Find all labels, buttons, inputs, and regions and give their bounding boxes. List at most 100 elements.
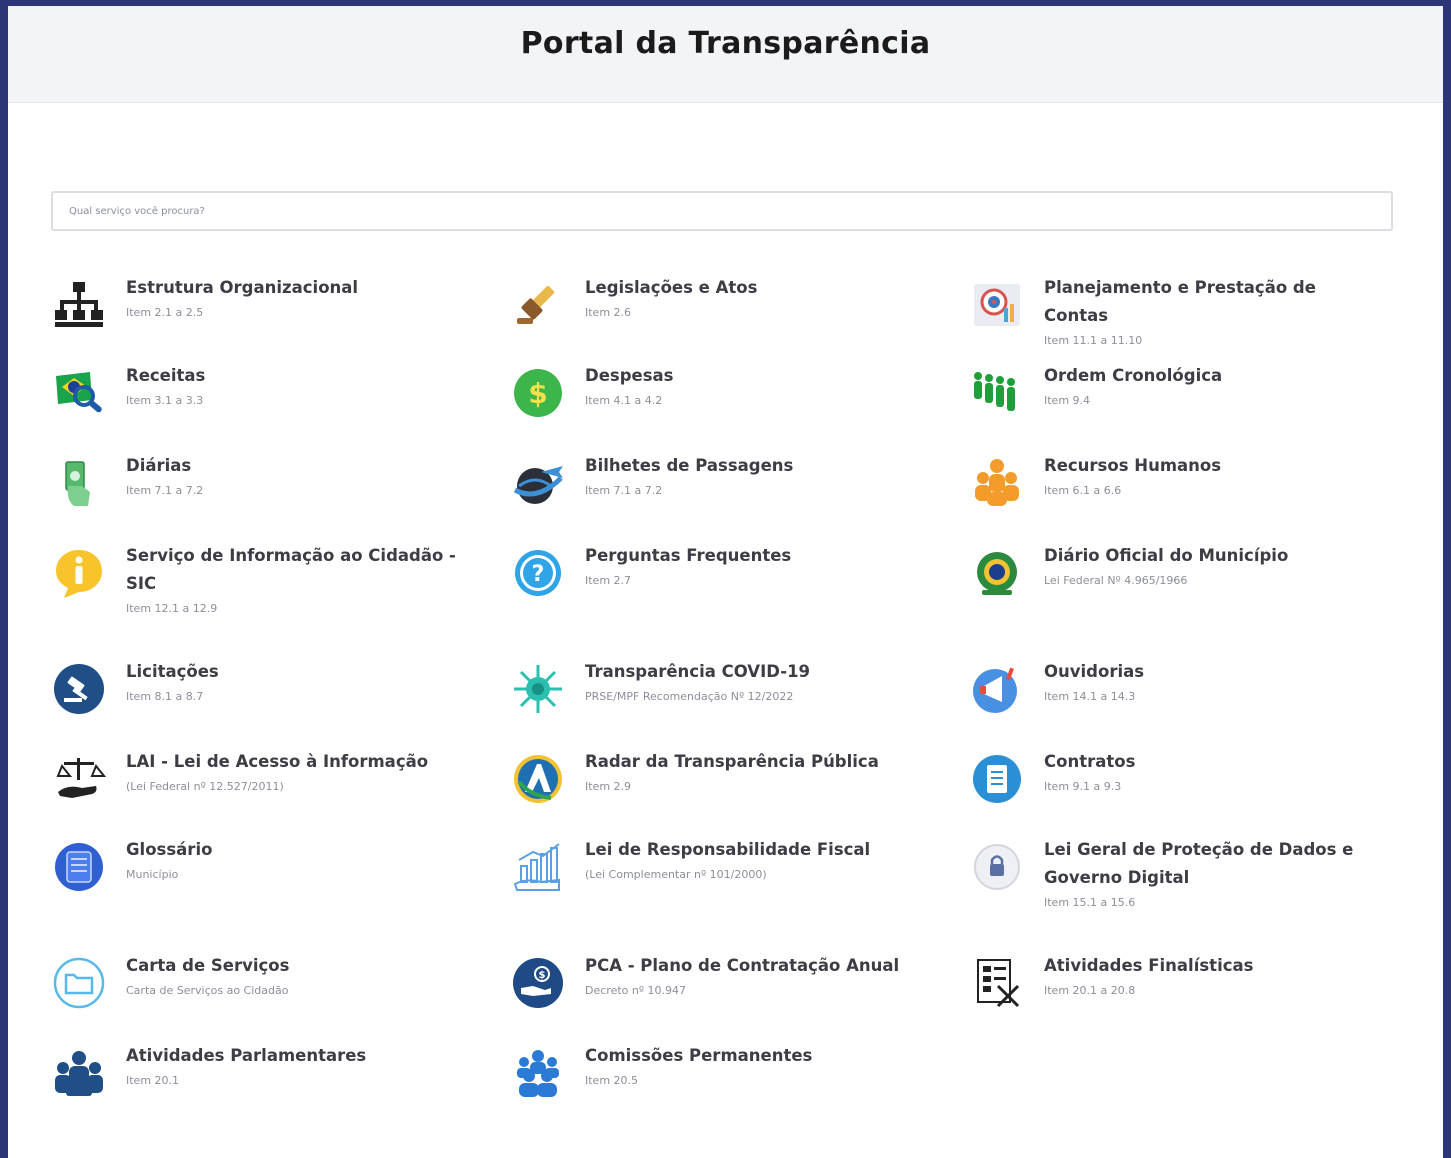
- service-item-16[interactable]: LAI - Lei de Acesso à Informação (Lei Fed…: [52, 752, 456, 806]
- service-item-title[interactable]: Lei de Responsabilidade Fiscal: [585, 836, 915, 864]
- service-item-title[interactable]: Radar da Transparência Pública: [585, 748, 915, 776]
- info-bubble-icon: [52, 546, 106, 600]
- chart-hand-icon: [511, 840, 565, 894]
- service-item-subtitle: Item 9.4: [1044, 394, 1091, 407]
- service-item-17[interactable]: Radar da Transparência Pública Item 2.9: [511, 752, 915, 806]
- service-item-13[interactable]: Licitações Item 8.1 a 8.7: [52, 662, 456, 716]
- svg-text:$: $: [528, 377, 547, 410]
- service-item-title[interactable]: Serviço de Informação ao Cidadão - SIC: [126, 542, 456, 598]
- service-item-4[interactable]: Receitas Item 3.1 a 3.3: [52, 366, 456, 420]
- service-item-title[interactable]: Atividades Parlamentares: [126, 1042, 456, 1070]
- service-item-text: Planejamento e Prestação de Contas Item 1…: [1044, 278, 1374, 349]
- service-item-title[interactable]: Despesas: [585, 362, 915, 390]
- service-item-subtitle: Carta de Serviços ao Cidadão: [126, 984, 289, 997]
- service-item-title[interactable]: PCA - Plano de Contratação Anual: [585, 952, 915, 980]
- page-title: Portal da Transparência: [520, 25, 931, 61]
- service-item-title[interactable]: LAI - Lei de Acesso à Informação: [126, 748, 456, 776]
- search-input[interactable]: [51, 191, 1393, 231]
- gavel-icon: [511, 278, 565, 332]
- service-item-18[interactable]: Contratos Item 9.1 a 9.3: [970, 752, 1374, 806]
- service-item-title[interactable]: Licitações: [126, 658, 456, 686]
- service-item-subtitle: Município: [126, 868, 179, 881]
- service-item-subtitle: Item 4.1 a 4.2: [585, 394, 663, 407]
- service-item-11[interactable]: ? Perguntas Frequentes Item 2.7: [511, 546, 915, 600]
- service-item-subtitle: PRSE/MPF Recomendação Nº 12/2022: [585, 690, 794, 703]
- service-item-title[interactable]: Carta de Serviços: [126, 952, 456, 980]
- service-item-8[interactable]: Bilhetes de Passagens Item 7.1 a 7.2: [511, 456, 915, 510]
- service-item-22[interactable]: Carta de Serviços Carta de Serviços ao Ci…: [52, 956, 456, 1010]
- service-item-subtitle: Item 15.1 a 15.6: [1044, 896, 1136, 909]
- megaphone-icon: [970, 662, 1024, 716]
- service-item-subtitle: Item 12.1 a 12.9: [126, 602, 218, 615]
- svg-text:$: $: [539, 970, 546, 981]
- service-item-title[interactable]: Diário Oficial do Município: [1044, 542, 1374, 570]
- service-item-text: Contratos Item 9.1 a 9.3: [1044, 752, 1374, 795]
- service-item-title[interactable]: Transparência COVID-19: [585, 658, 915, 686]
- service-item-text: LAI - Lei de Acesso à Informação (Lei Fed…: [126, 752, 456, 795]
- folder-circle-icon: [52, 956, 106, 1010]
- service-item-subtitle: Item 20.1 a 20.8: [1044, 984, 1136, 997]
- service-item-text: PCA - Plano de Contratação Anual Decreto …: [585, 956, 915, 999]
- service-item-21[interactable]: Lei Geral de Proteção de Dados e Governo…: [970, 840, 1374, 911]
- service-item-title[interactable]: Perguntas Frequentes: [585, 542, 915, 570]
- service-item-text: Recursos Humanos Item 6.1 a 6.6: [1044, 456, 1374, 499]
- service-item-title[interactable]: Estrutura Organizacional: [126, 274, 456, 302]
- service-item-14[interactable]: Transparência COVID-19 PRSE/MPF Recomenda…: [511, 662, 915, 716]
- service-item-text: Glossário Município: [126, 840, 456, 883]
- service-item-5[interactable]: $ Despesas Item 4.1 a 4.2: [511, 366, 915, 420]
- dollar-coin-icon: $: [511, 366, 565, 420]
- service-item-text: Legislações e Atos Item 2.6: [585, 278, 915, 321]
- service-item-title[interactable]: Comissões Permanentes: [585, 1042, 915, 1070]
- service-item-1[interactable]: Estrutura Organizacional Item 2.1 a 2.5: [52, 278, 456, 332]
- page-header: Portal da Transparência: [8, 6, 1443, 103]
- org-chart-icon: [52, 278, 106, 332]
- document-circle-icon: [970, 752, 1024, 806]
- service-item-3[interactable]: Planejamento e Prestação de Contas Item 1…: [970, 278, 1374, 349]
- people-queue-icon: [970, 366, 1024, 420]
- service-item-text: Comissões Permanentes Item 20.5: [585, 1046, 915, 1089]
- service-item-title[interactable]: Atividades Finalísticas: [1044, 952, 1374, 980]
- committee-people-icon: [511, 1046, 565, 1100]
- service-item-12[interactable]: Diário Oficial do Município Lei Federal N…: [970, 546, 1374, 600]
- service-item-title[interactable]: Bilhetes de Passagens: [585, 452, 915, 480]
- service-item-20[interactable]: Lei de Responsabilidade Fiscal (Lei Compl…: [511, 840, 915, 894]
- service-item-7[interactable]: Diárias Item 7.1 a 7.2: [52, 456, 456, 510]
- service-item-23[interactable]: $ PCA - Plano de Contratação Anual Decreto…: [511, 956, 915, 1010]
- service-item-title[interactable]: Glossário: [126, 836, 456, 864]
- service-item-24[interactable]: Atividades Finalísticas Item 20.1 a 20.8: [970, 956, 1374, 1010]
- service-item-title[interactable]: Receitas: [126, 362, 456, 390]
- service-item-title[interactable]: Ordem Cronológica: [1044, 362, 1374, 390]
- service-item-subtitle: Decreto nº 10.947: [585, 984, 687, 997]
- service-item-subtitle: Item 3.1 a 3.3: [126, 394, 204, 407]
- service-item-subtitle: Item 14.1 a 14.3: [1044, 690, 1136, 703]
- scales-hand-icon: [52, 752, 106, 806]
- service-item-subtitle: Item 20.1: [126, 1074, 180, 1087]
- page-frame: Portal da Transparência Estrutura Organi…: [8, 6, 1443, 1158]
- service-item-title[interactable]: Recursos Humanos: [1044, 452, 1374, 480]
- virus-icon: [511, 662, 565, 716]
- service-item-title[interactable]: Legislações e Atos: [585, 274, 915, 302]
- service-item-text: Carta de Serviços Carta de Serviços ao Ci…: [126, 956, 456, 999]
- service-item-26[interactable]: Comissões Permanentes Item 20.5: [511, 1046, 915, 1100]
- service-item-text: Serviço de Informação ao Cidadão - SIC It…: [126, 546, 456, 617]
- service-item-title[interactable]: Ouvidorias: [1044, 658, 1374, 686]
- service-item-title[interactable]: Planejamento e Prestação de Contas: [1044, 274, 1374, 330]
- service-item-title[interactable]: Diárias: [126, 452, 456, 480]
- service-item-subtitle: Item 2.6: [585, 306, 632, 319]
- service-item-2[interactable]: Legislações e Atos Item 2.6: [511, 278, 915, 332]
- service-item-title[interactable]: Lei Geral de Proteção de Dados e Governo…: [1044, 836, 1374, 892]
- service-item-text: Ouvidorias Item 14.1 a 14.3: [1044, 662, 1374, 705]
- service-item-text: Despesas Item 4.1 a 4.2: [585, 366, 915, 409]
- service-item-10[interactable]: Serviço de Informação ao Cidadão - SIC It…: [52, 546, 456, 617]
- service-item-15[interactable]: Ouvidorias Item 14.1 a 14.3: [970, 662, 1374, 716]
- money-hand-circle-icon: $: [511, 956, 565, 1010]
- service-item-subtitle: (Lei Complementar nº 101/2000): [585, 868, 767, 881]
- brazil-flag-magnifier-icon: [52, 366, 106, 420]
- service-item-6[interactable]: Ordem Cronológica Item 9.4: [970, 366, 1374, 420]
- service-item-title[interactable]: Contratos: [1044, 748, 1374, 776]
- service-item-subtitle: Item 2.1 a 2.5: [126, 306, 204, 319]
- service-item-9[interactable]: Recursos Humanos Item 6.1 a 6.6: [970, 456, 1374, 510]
- service-item-subtitle: Item 2.9: [585, 780, 632, 793]
- service-item-19[interactable]: Glossário Município: [52, 840, 456, 894]
- service-item-25[interactable]: Atividades Parlamentares Item 20.1: [52, 1046, 456, 1100]
